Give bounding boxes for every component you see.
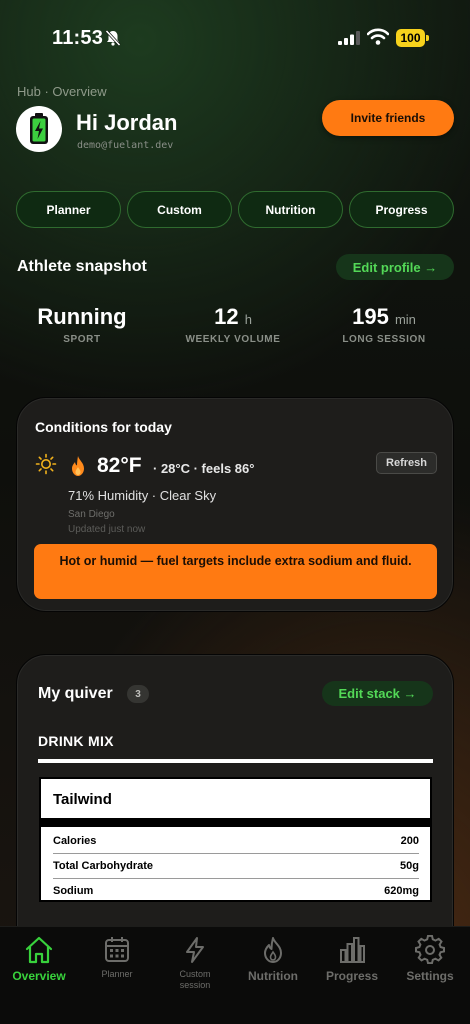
tab-bar: Overview Planner Custom session Nutritio… [0,926,470,1024]
stat-label: LONG SESSION [342,334,426,345]
status-bar: 11:53 100 [0,0,470,70]
quick-nav-nutrition[interactable]: Nutrition [238,191,343,228]
flame-icon [72,456,84,476]
category-label: DRINK MIX [38,733,114,749]
tab-label: Overview [12,969,66,983]
quiver-title: My quiver [38,685,113,702]
breadcrumb: Hub · Overview [17,84,107,99]
bar-chart-icon [340,937,365,963]
invite-friends-button[interactable]: Invite friends [322,100,454,136]
tab-custom-session[interactable]: Custom session [156,935,234,991]
wifi-icon [367,28,389,45]
stat-unit: h [244,312,252,327]
nutrient-name: Calories [53,834,97,847]
nutrition-row: Total Carbohydrate 50g [53,853,419,878]
nutrition-divider [41,818,430,827]
location-text: San Diego [68,509,115,520]
gear-icon [415,935,445,965]
tab-label: Planner [101,969,133,979]
temperature-f: 82°F [97,454,142,477]
category-divider [38,759,433,763]
tab-settings[interactable]: Settings [391,935,469,983]
tab-label: Custom session [179,969,211,990]
tab-label: Settings [406,969,454,983]
quiver-count-badge: 3 [127,685,149,703]
cell-signal-icon [338,31,360,45]
home-icon [25,936,53,964]
nutrient-value: 50g [400,860,419,872]
quick-nav-custom[interactable]: Custom [127,191,232,228]
tab-label: Progress [325,969,379,983]
battery-bolt-icon [30,113,48,144]
tab-overview[interactable]: Overview [0,935,78,983]
tab-nutrition[interactable]: Nutrition [234,935,312,983]
user-email: demo@fuelant.dev [77,140,174,151]
stat-unit: min [394,312,416,327]
product-name: Tailwind [53,791,112,808]
stat-long-session: 195 min LONG SESSION [330,304,438,345]
status-time: 11:53 [52,27,104,49]
nutrition-row: Calories 200 [53,828,419,853]
refresh-button[interactable]: Refresh [376,452,437,474]
sun-icon [35,453,57,475]
bell-muted-icon [105,29,121,47]
nutrition-row: Sodium 620mg [53,878,419,903]
tab-label: Nutrition [248,969,298,983]
updated-text: Updated just now [68,524,146,535]
nutrient-name: Total Carbohydrate [53,860,154,872]
lightning-icon [186,937,204,963]
quick-nav: Planner Custom Nutrition Progress [16,191,454,228]
battery-icon: 100 [396,29,430,47]
temperature-detail: · 28°C · feels 86° [153,461,255,476]
conditions-title: Conditions for today [35,419,172,435]
quick-nav-planner[interactable]: Planner [16,191,121,228]
battery-level: 100 [396,29,425,47]
nutrition-facts-card[interactable]: Tailwind Calories 200 Total Carbohydrate… [39,777,432,902]
snapshot-title: Athlete snapshot [17,258,147,275]
stat-sport: Running SPORT [22,304,142,345]
nutrient-value: 620mg [384,885,419,897]
greeting: Hi Jordan [76,110,178,135]
edit-profile-button[interactable]: Edit profile → [336,254,454,280]
calendar-icon [105,937,129,962]
avatar[interactable] [16,106,62,152]
edit-stack-button[interactable]: Edit stack → [322,681,433,706]
stat-weekly-volume: 12 h WEEKLY VOLUME [172,304,294,345]
heat-alert: Hot or humid — fuel targets include extr… [34,544,437,599]
quick-nav-progress[interactable]: Progress [349,191,454,228]
stat-value: Running [37,304,127,329]
tab-planner[interactable]: Planner [78,935,156,980]
nutrient-value: 200 [400,834,419,847]
tab-progress[interactable]: Progress [313,935,391,983]
conditions-card: Conditions for today 82°F · 28°C · feels… [16,397,454,612]
nutrient-name: Sodium [53,885,94,897]
stat-label: SPORT [63,334,101,345]
humidity-text: 71% Humidity · Clear Sky [68,488,217,503]
flame-icon [264,937,282,963]
stat-label: WEEKLY VOLUME [185,334,281,345]
stat-value: 195 min [352,304,416,329]
stat-value: 12 h [214,304,252,329]
